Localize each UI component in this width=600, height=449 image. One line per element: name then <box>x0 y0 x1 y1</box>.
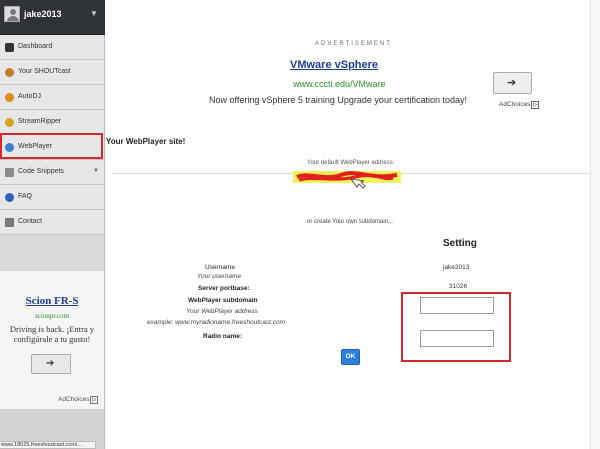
radio-icon <box>5 68 14 77</box>
redacted-address-scribble <box>293 171 401 189</box>
ad-url[interactable]: www.cccti.edu/VMware <box>293 79 386 89</box>
ad-text: Driving is back. ¡Entra y configúrale a … <box>9 324 95 344</box>
sidebar-item-label: Contact <box>18 218 43 225</box>
user-bar[interactable]: jake2013 ▼ <box>0 0 105 35</box>
dashboard-icon <box>5 43 14 52</box>
arrow-right-icon: ➔ <box>507 77 517 89</box>
sidebar-item-faq[interactable]: FAQ <box>0 185 104 210</box>
ad-arrow-button[interactable]: ➔ <box>493 72 532 94</box>
code-icon <box>5 168 14 177</box>
ad-url[interactable]: scionpr.com <box>0 312 104 320</box>
advertisement-label: ADVERTISEMENT <box>315 41 392 47</box>
adchoices-icon: ▷ <box>531 101 540 109</box>
page-title: Your WebPlayer site! <box>106 137 186 146</box>
highlight-box <box>401 292 511 362</box>
sidebar-item-code-snippets[interactable]: Code Snippets ▼ <box>0 160 104 185</box>
scrollbar[interactable] <box>590 0 600 449</box>
ad-title-link[interactable]: VMware vSphere <box>290 59 378 71</box>
streamripper-icon <box>5 118 14 127</box>
sidebar-item-streamripper[interactable]: StreamRipper <box>0 110 104 135</box>
sidebar-item-your-shoutcast[interactable]: Your SHOUTcast <box>0 60 104 85</box>
portbase-label: Server portbase: <box>198 285 250 292</box>
subdomain-example: example: www.myradioname.freeshoutcast.c… <box>147 319 286 326</box>
arrow-right-icon: ➔ <box>46 358 55 369</box>
ok-button[interactable]: OK <box>341 349 360 365</box>
ad-arrow-button[interactable]: ➔ <box>31 354 71 374</box>
subdomain-hint: Your WebPlayer address <box>186 308 258 315</box>
setting-heading: Setting <box>443 238 477 249</box>
chevron-down-icon[interactable]: ▼ <box>90 9 98 18</box>
status-bar-url: www.18025.freeshoutcast.com/... <box>0 441 96 449</box>
sidebar-item-label: Code Snippets <box>18 168 64 175</box>
contact-icon <box>5 218 14 227</box>
default-address-label: Your default WebPlayer address: <box>307 160 395 166</box>
sidebar-item-label: StreamRipper <box>18 118 62 125</box>
sidebar-item-label: Your SHOUTcast <box>18 68 71 75</box>
info-icon <box>5 193 14 202</box>
sidebar-item-label: FAQ <box>18 193 33 200</box>
subdomain-prompt: or create Your own subdomain... <box>307 219 394 225</box>
sidebar-item-dashboard[interactable]: Dashboard <box>0 35 104 60</box>
username-label: Username <box>205 264 235 271</box>
sidebar: Dashboard Your SHOUTcast AutoDJ StreamRi… <box>0 35 105 449</box>
adchoices-link[interactable]: AdChoices ▷ <box>58 396 99 404</box>
subdomain-label: WebPlayer subdomain <box>188 297 258 304</box>
sidebar-ad[interactable]: Scion FR-S scionpr.com Driving is back. … <box>0 271 104 409</box>
ad-text: Now offering vSphere 5 training Upgrade … <box>209 95 467 105</box>
sidebar-item-label: AutoDJ <box>18 93 41 100</box>
adchoices-link[interactable]: AdChoices ▷ <box>499 101 540 109</box>
sidebar-item-contact[interactable]: Contact <box>0 210 104 235</box>
sidebar-item-label: Dashboard <box>18 43 53 50</box>
username-value: jake2013 <box>443 264 470 271</box>
autodj-icon <box>5 93 14 102</box>
username-label: jake2013 <box>24 9 62 19</box>
adchoices-icon: ▷ <box>90 396 99 404</box>
chevron-down-icon: ▼ <box>93 168 99 174</box>
highlight-box <box>0 133 103 159</box>
sidebar-item-autodj[interactable]: AutoDJ <box>0 85 104 110</box>
ad-title-link[interactable]: Scion FR-S <box>0 295 104 307</box>
avatar <box>4 6 20 22</box>
portbase-value: 31026 <box>449 283 468 290</box>
username-hint: Your username <box>197 273 242 280</box>
radio-name-label: Radio name: <box>203 333 243 340</box>
